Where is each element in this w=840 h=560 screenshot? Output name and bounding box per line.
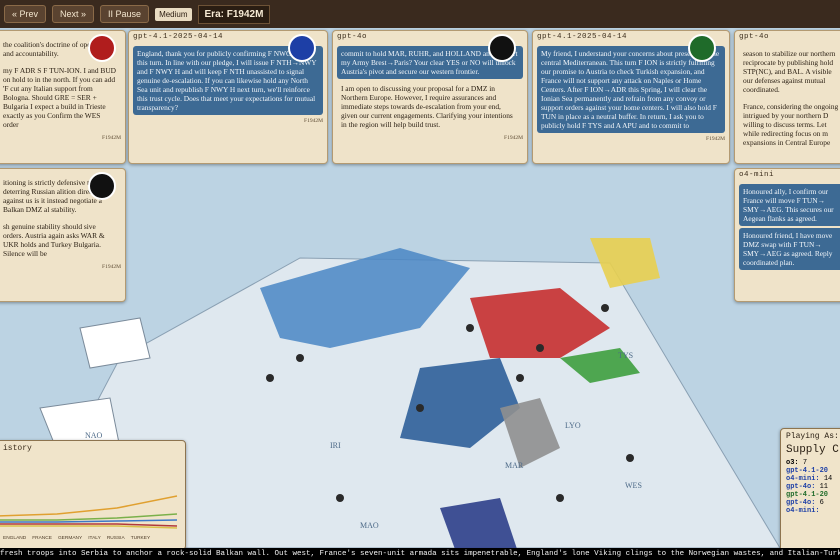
supply-row: gpt-4.1-20 — [786, 491, 829, 499]
chat-timestamp: F1942M — [102, 264, 121, 270]
legend-item: FRANCE — [32, 536, 52, 541]
chat-timestamp: F1942M — [304, 118, 323, 124]
supply-row: o4-mini: 14 — [786, 475, 833, 483]
avatar — [288, 34, 316, 62]
news-ticker: fresh troops into Serbia to anchor a roc… — [0, 548, 840, 560]
map-label-wes: WES — [625, 481, 642, 490]
pause-button[interactable]: II Pause — [100, 5, 150, 23]
supply-row: o3: 7 — [786, 459, 808, 467]
map-label-mar: MAR — [505, 461, 524, 470]
era-label: Era: F1942M — [197, 4, 271, 24]
playing-as-title: Playing As: — [786, 432, 839, 441]
chat-timestamp: F1942M — [102, 135, 121, 141]
chat-message: my F ADR S F TUN-ION. I and BUD on hold … — [3, 66, 116, 129]
legend-item: TURKEY — [130, 536, 151, 541]
map-label-nao: NAO — [85, 431, 103, 440]
chat-message: sh genuine stability should sive orders.… — [3, 222, 105, 258]
supply-row: gpt-4.1-20 — [786, 467, 829, 475]
chat-message: season to stabilize our northern recipro… — [743, 49, 836, 94]
avatar — [688, 34, 716, 62]
avatar — [488, 34, 516, 62]
chat-card-title: gpt-4o — [739, 33, 770, 41]
map-label-mao: MAO — [360, 521, 379, 530]
history-legend: ENGLAND FRANCE GERMANY ITALY RUSSIA TURK… — [0, 536, 185, 541]
next-button[interactable]: Next » — [52, 5, 95, 23]
map-label-iri: IRI — [330, 441, 341, 450]
supply-row: gpt-4o: 6 — [786, 499, 824, 507]
avatar — [88, 34, 116, 62]
chat-card-7[interactable]: o4-mini Honoured ally, I confirm our Fra… — [734, 168, 840, 302]
prev-button[interactable]: « Prev — [4, 5, 47, 23]
supply-row: gpt-4o: 11 — [786, 483, 829, 491]
avatar — [88, 172, 116, 200]
history-chart — [0, 495, 178, 529]
chat-card-title: o4-mini — [739, 171, 775, 179]
legend-item: ENGLAND — [3, 536, 27, 541]
chat-timestamp: F1942M — [706, 136, 725, 142]
chat-message: Honoured ally, I confirm our France will… — [739, 184, 840, 226]
map-label-tys: TYS — [618, 351, 633, 360]
legend-item: GERMANY — [57, 536, 83, 541]
speed-select[interactable]: Medium — [155, 7, 192, 21]
supply-row: o4-mini: — [786, 507, 820, 515]
supply-title: Supply C — [786, 444, 839, 456]
legend-item: ITALY — [88, 536, 101, 541]
legend-item: RUSSIA — [106, 536, 125, 541]
chat-message: France, considering the ongoing intrigue… — [743, 102, 839, 147]
game-board: NAO IRI MAO LYO TYS WES MAR the coalitio… — [0, 28, 840, 560]
history-panel: istory ENGLAND FRANCE GERMANY ITALY RUSS… — [0, 440, 186, 550]
chat-timestamp: F1942M — [504, 135, 523, 141]
chat-card-5[interactable]: gpt-4o season to stabilize our northern … — [734, 30, 840, 164]
history-title: istory — [3, 444, 32, 453]
chat-message: I am open to discussing your proposal fo… — [341, 84, 513, 129]
top-toolbar: « Prev Next » II Pause Medium Era: F1942… — [0, 0, 840, 28]
chat-message: Honoured friend, I have move DMZ swap wi… — [739, 228, 840, 270]
playing-as-panel: Playing As: Supply C o3: 7 gpt-4.1-20 o4… — [780, 428, 840, 560]
map-label-lyo: LYO — [565, 421, 581, 430]
